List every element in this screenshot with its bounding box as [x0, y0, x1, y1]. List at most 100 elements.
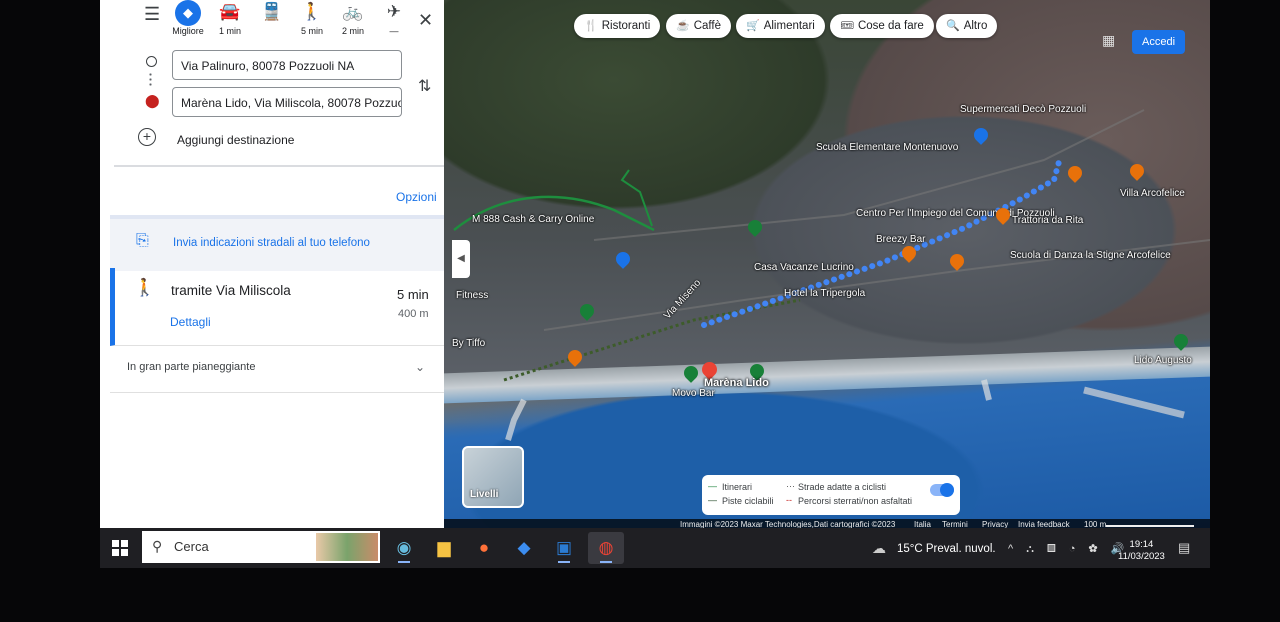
- legend-swatch: ···: [786, 481, 795, 491]
- windows-start-icon[interactable]: [112, 540, 128, 556]
- mode-bike[interactable]: 🚲 2 min: [331, 0, 375, 36]
- origin-input[interactable]: Via Palinuro, 80078 Pozzuoli NA: [172, 50, 402, 80]
- collapse-panel-button[interactable]: ◀: [452, 240, 470, 278]
- taskbar-search[interactable]: ⚲ Cerca: [142, 531, 380, 563]
- firefox-icon[interactable]: ●: [466, 532, 502, 564]
- apps-grid-icon[interactable]: ▦: [1102, 32, 1115, 49]
- destination-input[interactable]: Marèna Lido, Via Miliscola, 80078 Pozzuo…: [172, 87, 402, 117]
- send-to-phone-link[interactable]: Invia indicazioni stradali al tuo telefo…: [173, 237, 370, 249]
- mode-label: 1 min: [218, 26, 241, 36]
- map-label[interactable]: Supermercati Decò Pozzuoli: [960, 104, 1086, 115]
- map-label[interactable]: Scuola di Danza la Stigne Arcofelice: [1010, 250, 1171, 261]
- cloud-icon: ☁: [872, 540, 886, 556]
- chevron-down-icon[interactable]: ⌄: [415, 360, 425, 374]
- walk-icon: 🚶: [134, 278, 156, 297]
- mode-label: 5 min: [300, 26, 323, 36]
- word-icon[interactable]: ▣: [546, 532, 582, 564]
- chip-label: Cose da fare: [857, 20, 924, 32]
- mode-label: 2 min: [341, 26, 364, 36]
- close-icon[interactable]: ✕: [418, 10, 433, 31]
- divider: [110, 392, 444, 393]
- map-legend: — Itinerari — Piste ciclabili ··· Strade…: [702, 475, 960, 515]
- legend-bike-friendly: Strade adatte a ciclisti: [798, 482, 887, 492]
- map-label[interactable]: M 888 Cash & Carry Online: [472, 214, 594, 225]
- signin-button[interactable]: Accedi: [1132, 30, 1186, 54]
- notification-icon[interactable]: ▤: [1178, 540, 1190, 556]
- chip-restaurants[interactable]: 🍴 Ristoranti: [574, 14, 661, 38]
- chip-things-to-do[interactable]: 🎟 Cose da fare: [830, 14, 934, 38]
- mode-transit[interactable]: 🚆: [250, 0, 294, 26]
- add-destination-icon[interactable]: +: [138, 128, 156, 146]
- swap-icon[interactable]: ⇅: [418, 76, 431, 96]
- mode-label: Migliore: [172, 26, 204, 36]
- map-canvas[interactable]: 🍴 Ristoranti ☕ Caffè 🛒 Alimentari 🎟 Cose da …: [444, 0, 1210, 528]
- map-attribution-bar: Immagini ©2023 Maxar Technologies,Dati c…: [444, 519, 1210, 528]
- details-link[interactable]: Dettagli: [170, 315, 211, 329]
- search-placeholder: Cerca: [174, 539, 209, 554]
- divider: [114, 165, 446, 167]
- map-label[interactable]: Trattoria da Rita: [1012, 215, 1083, 226]
- search-highlight-image: [316, 533, 378, 561]
- legend-bike-lanes: Piste ciclabili: [722, 496, 774, 506]
- chip-cafe[interactable]: ☕ Caffè: [666, 14, 731, 38]
- mode-car[interactable]: 🚘 1 min: [208, 0, 252, 36]
- phone-icon: ⎘: [136, 232, 149, 249]
- route-option[interactable]: [110, 268, 444, 346]
- map-label[interactable]: Villa Arcofelice: [1120, 188, 1185, 199]
- map-label[interactable]: Casa Vacanze Lucrino: [754, 262, 854, 273]
- things-to-do-icon: 🎟: [840, 20, 854, 32]
- best-route-icon: ◆: [175, 0, 201, 26]
- layers-button[interactable]: Livelli: [462, 446, 524, 508]
- restaurant-icon: 🍴: [584, 20, 598, 32]
- search-icon: 🔍: [946, 20, 960, 32]
- map-label[interactable]: Breezy Bar: [876, 234, 925, 245]
- legend-swatch: —: [708, 495, 717, 505]
- weather-text[interactable]: 15°C Preval. nuvol.: [897, 543, 996, 555]
- destination-pin-icon: ⬤: [145, 93, 160, 108]
- origin-marker-icon: [146, 56, 157, 67]
- clock-time: 19:14: [1129, 539, 1154, 550]
- screen: ☰ ◆ Migliore 🚘 1 min 🚆 🚶 5 min 🚲 2 min ✈…: [100, 0, 1210, 568]
- legend-swatch: —: [708, 481, 717, 491]
- mode-flight[interactable]: ✈ —: [372, 0, 416, 36]
- bike-layer-toggle[interactable]: [930, 483, 954, 497]
- add-destination-label[interactable]: Aggiungi destinazione: [177, 133, 294, 147]
- scale-label[interactable]: 100 m: [1084, 519, 1106, 528]
- breakwater: [1083, 386, 1185, 419]
- pier: [505, 398, 527, 441]
- destination-label[interactable]: Marèna Lido: [704, 377, 769, 389]
- cafe-icon: ☕: [676, 20, 690, 32]
- options-button[interactable]: Opzioni: [396, 190, 437, 204]
- search-icon: ⚲: [152, 538, 163, 554]
- map-label[interactable]: By Tiffo: [452, 338, 485, 349]
- travel-mode-bar: ◆ Migliore 🚘 1 min 🚆 🚶 5 min 🚲 2 min ✈ —: [100, 0, 444, 44]
- footer-link-terms[interactable]: Termini: [942, 519, 968, 528]
- flight-icon: ✈: [386, 2, 402, 21]
- mode-walk[interactable]: 🚶 5 min: [290, 0, 334, 36]
- clock-date: 11/03/2023: [1118, 551, 1165, 562]
- legend-itineraries: Itinerari: [722, 482, 753, 492]
- file-explorer-icon[interactable]: ▆: [426, 532, 462, 564]
- chrome-icon[interactable]: ◍: [588, 532, 624, 564]
- app-icon[interactable]: ◆: [506, 532, 542, 564]
- footer-link-feedback[interactable]: Invia feedback: [1018, 519, 1070, 528]
- edge-icon[interactable]: ◉: [386, 532, 422, 564]
- system-tray-icons[interactable]: ^ ⛬ ▤ ◔ ✿ 🔊: [1008, 542, 1129, 556]
- chip-grocery[interactable]: 🛒 Alimentari: [736, 14, 825, 38]
- map-label[interactable]: Movo Bar: [672, 388, 715, 399]
- footer-link-italia[interactable]: Italia: [914, 519, 931, 528]
- walk-icon: 🚶: [301, 2, 323, 21]
- clock[interactable]: 19:14 11/03/2023: [1118, 539, 1165, 563]
- map-label[interactable]: Fitness: [456, 290, 488, 301]
- map-label[interactable]: Lido Augusto: [1134, 355, 1192, 366]
- footer-link-privacy[interactable]: Privacy: [982, 519, 1008, 528]
- taskbar: ⚲ Cerca ◉ ▆ ● ◆ ▣ ◍ ☁ 15°C Preval. nuvol…: [100, 528, 1210, 568]
- map-label[interactable]: Scuola Elementare Montenuovo: [816, 142, 958, 153]
- transit-icon: 🚆: [261, 2, 283, 21]
- map-label[interactable]: Hotel la Tripergola: [784, 288, 865, 299]
- terrain-note: In gran parte pianeggiante: [127, 361, 256, 373]
- legend-swatch: --: [786, 495, 792, 505]
- chip-more[interactable]: 🔍 Altro: [936, 14, 998, 38]
- mode-best[interactable]: ◆ Migliore: [166, 0, 210, 36]
- bike-icon: 🚲: [342, 2, 364, 21]
